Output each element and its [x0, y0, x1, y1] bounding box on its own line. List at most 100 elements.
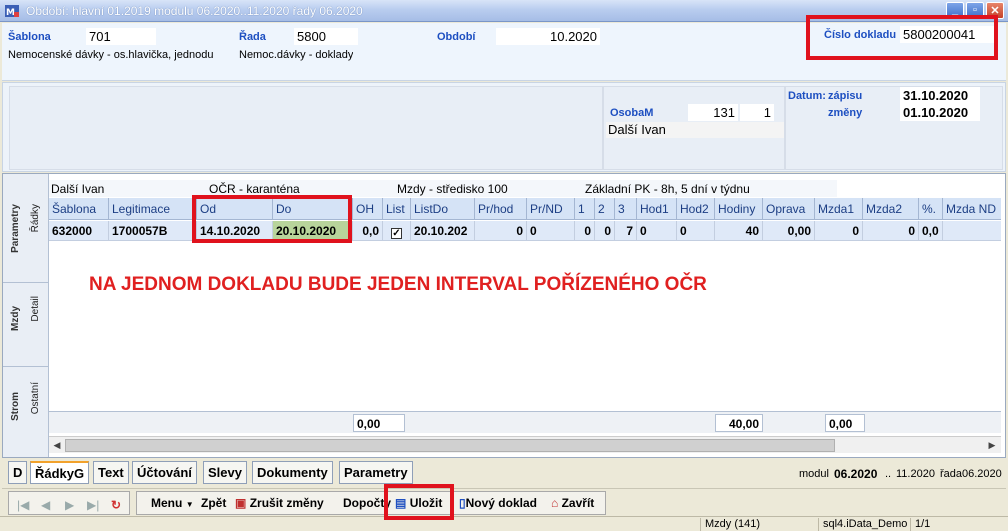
vtab-radky[interactable]: Řádky: [30, 204, 41, 232]
tab-radkyg[interactable]: ŘádkyG: [30, 461, 90, 484]
vtab-divider: [3, 282, 49, 283]
cell-3[interactable]: 7: [615, 221, 637, 241]
col-listdo[interactable]: ListDo: [411, 198, 475, 220]
cell-prhod[interactable]: 0: [475, 221, 527, 241]
vtab-strom[interactable]: Strom: [10, 392, 21, 421]
col-3[interactable]: 3: [615, 198, 637, 220]
cell-hodiny[interactable]: 40: [715, 221, 763, 241]
col-od[interactable]: Od: [197, 198, 273, 220]
scroll-thumb[interactable]: [65, 439, 835, 452]
col-hodiny[interactable]: Hodiny: [715, 198, 763, 220]
cell-do[interactable]: 20.10.2020: [273, 221, 353, 241]
cell-oprava[interactable]: 0,00: [763, 221, 815, 241]
cell-sablona[interactable]: 632000: [49, 221, 109, 241]
bottom-tabs: D ŘádkyG Text Účtování Slevy Dokumenty P…: [2, 459, 1006, 485]
maximize-button[interactable]: ▫: [966, 2, 984, 19]
cell-2[interactable]: 0: [595, 221, 615, 241]
novy-label: Nový doklad: [465, 496, 537, 510]
col-sablona[interactable]: Šablona: [49, 198, 109, 220]
cislo-dokladu-field[interactable]: 5800200041: [900, 26, 996, 43]
grid-header-row: Šablona Legitimace Od Do OH List ListDo …: [49, 198, 1001, 220]
minimize-icon: _: [951, 4, 959, 16]
zpet-button[interactable]: Zpět: [198, 492, 229, 514]
title-bar: M Období: hlavní 01.2019 modulu 06.2020.…: [0, 0, 1008, 22]
osoba-num-field[interactable]: 1: [740, 104, 774, 121]
cell-listdo[interactable]: 20.10.202: [411, 221, 475, 241]
modul-rada-label: řada: [940, 468, 963, 480]
new-document-icon: ▯: [459, 496, 466, 510]
col-hod2[interactable]: Hod2: [677, 198, 715, 220]
zavrit-button[interactable]: ⌂ Zavřít: [548, 492, 597, 514]
tab-uctovani[interactable]: Účtování: [132, 461, 197, 484]
col-mzda-nd[interactable]: Mzda ND: [943, 198, 1001, 220]
prev-record-icon[interactable]: ◀: [41, 498, 50, 512]
close-button[interactable]: ✕: [986, 2, 1004, 19]
modul-separator: ..: [885, 468, 892, 480]
close-icon: ✕: [990, 5, 1000, 17]
col-1[interactable]: 1: [575, 198, 595, 220]
minimize-button[interactable]: _: [946, 2, 964, 19]
sablona-field[interactable]: 701: [86, 28, 156, 45]
tab-text[interactable]: Text: [93, 461, 129, 484]
col-legitimace[interactable]: Legitimace: [109, 198, 197, 220]
list-checkbox[interactable]: ✓: [391, 228, 402, 239]
col-list[interactable]: List: [383, 198, 411, 220]
rada-field[interactable]: 5800: [294, 28, 358, 45]
horizontal-scrollbar[interactable]: ◀ ▶: [49, 436, 1001, 453]
next-record-icon[interactable]: ▶: [65, 498, 74, 512]
first-record-icon[interactable]: |◀: [17, 498, 29, 512]
col-do[interactable]: Do: [273, 198, 353, 220]
col-pct[interactable]: %.: [919, 198, 943, 220]
col-oprava[interactable]: Oprava: [763, 198, 815, 220]
modul-rada-value: 06.2020: [962, 468, 1002, 480]
cell-hod2[interactable]: 0: [677, 221, 715, 241]
scroll-right-icon[interactable]: ▶: [985, 439, 999, 452]
dopocty-button[interactable]: Dopočty: [340, 492, 394, 514]
refresh-icon[interactable]: ↻: [111, 498, 121, 512]
cancel-changes-icon: ▣: [235, 496, 247, 510]
sablona-description: Nemocenské dávky - os.hlavička, jednodu: [8, 49, 214, 61]
cell-mzda1[interactable]: 0: [815, 221, 863, 241]
col-prnd[interactable]: Pr/ND: [527, 198, 575, 220]
osoba-label[interactable]: OsobaM: [610, 107, 653, 119]
datum-box: Datum: zápisu 31.10.2020 změny 01.10.202…: [785, 86, 1003, 170]
vtab-detail[interactable]: Detail: [30, 296, 41, 322]
vtab-mzdy[interactable]: Mzdy: [10, 306, 21, 331]
cell-list[interactable]: ✓: [383, 221, 411, 241]
rada-description: Nemoc.dávky - doklady: [239, 49, 354, 61]
vtab-parametry[interactable]: Parametry: [10, 204, 21, 253]
cell-mzda2[interactable]: 0: [863, 221, 919, 241]
tab-dokumenty[interactable]: Dokumenty: [252, 461, 333, 484]
zapisu-field[interactable]: 31.10.2020: [900, 87, 980, 104]
col-mzda1[interactable]: Mzda1: [815, 198, 863, 220]
vtab-divider: [3, 366, 49, 367]
last-record-icon[interactable]: ▶|: [87, 498, 99, 512]
cell-oh[interactable]: 0,0: [353, 221, 383, 241]
cell-od[interactable]: 14.10.2020: [197, 221, 273, 241]
novy-doklad-button[interactable]: ▯Nový doklad: [456, 492, 540, 514]
cell-pct[interactable]: 0,0: [919, 221, 943, 241]
cell-hod1[interactable]: 0: [637, 221, 677, 241]
cell-mzda-nd[interactable]: [943, 221, 1001, 241]
col-oh[interactable]: OH: [353, 198, 383, 220]
col-mzda2[interactable]: Mzda2: [863, 198, 919, 220]
cell-legitimace[interactable]: 1700057B: [109, 221, 197, 241]
zrusit-zmeny-button[interactable]: ▣ Zrušit změny: [232, 492, 327, 514]
vtab-ostatni[interactable]: Ostatní: [30, 382, 41, 414]
menu-button[interactable]: Menu ▼: [148, 492, 197, 514]
tab-parametry[interactable]: Parametry: [339, 461, 413, 484]
tab-slevy[interactable]: Slevy: [203, 461, 247, 484]
status-mzdy: Mzdy (141): [700, 518, 760, 531]
zmeny-field[interactable]: 01.10.2020: [900, 104, 980, 121]
cell-prnd[interactable]: 0: [527, 221, 575, 241]
col-prhod[interactable]: Pr/hod: [475, 198, 527, 220]
scroll-left-icon[interactable]: ◀: [50, 439, 64, 452]
col-2[interactable]: 2: [595, 198, 615, 220]
col-hod1[interactable]: Hod1: [637, 198, 677, 220]
osoba-id-field[interactable]: 131: [688, 104, 738, 121]
ulozit-button[interactable]: ▤ Uložit: [392, 492, 445, 514]
table-row[interactable]: 632000 1700057B 14.10.2020 20.10.2020 0,…: [49, 221, 1001, 241]
tab-d[interactable]: D: [8, 461, 28, 484]
obdobi-field[interactable]: 10.2020: [496, 28, 600, 45]
cell-1[interactable]: 0: [575, 221, 595, 241]
